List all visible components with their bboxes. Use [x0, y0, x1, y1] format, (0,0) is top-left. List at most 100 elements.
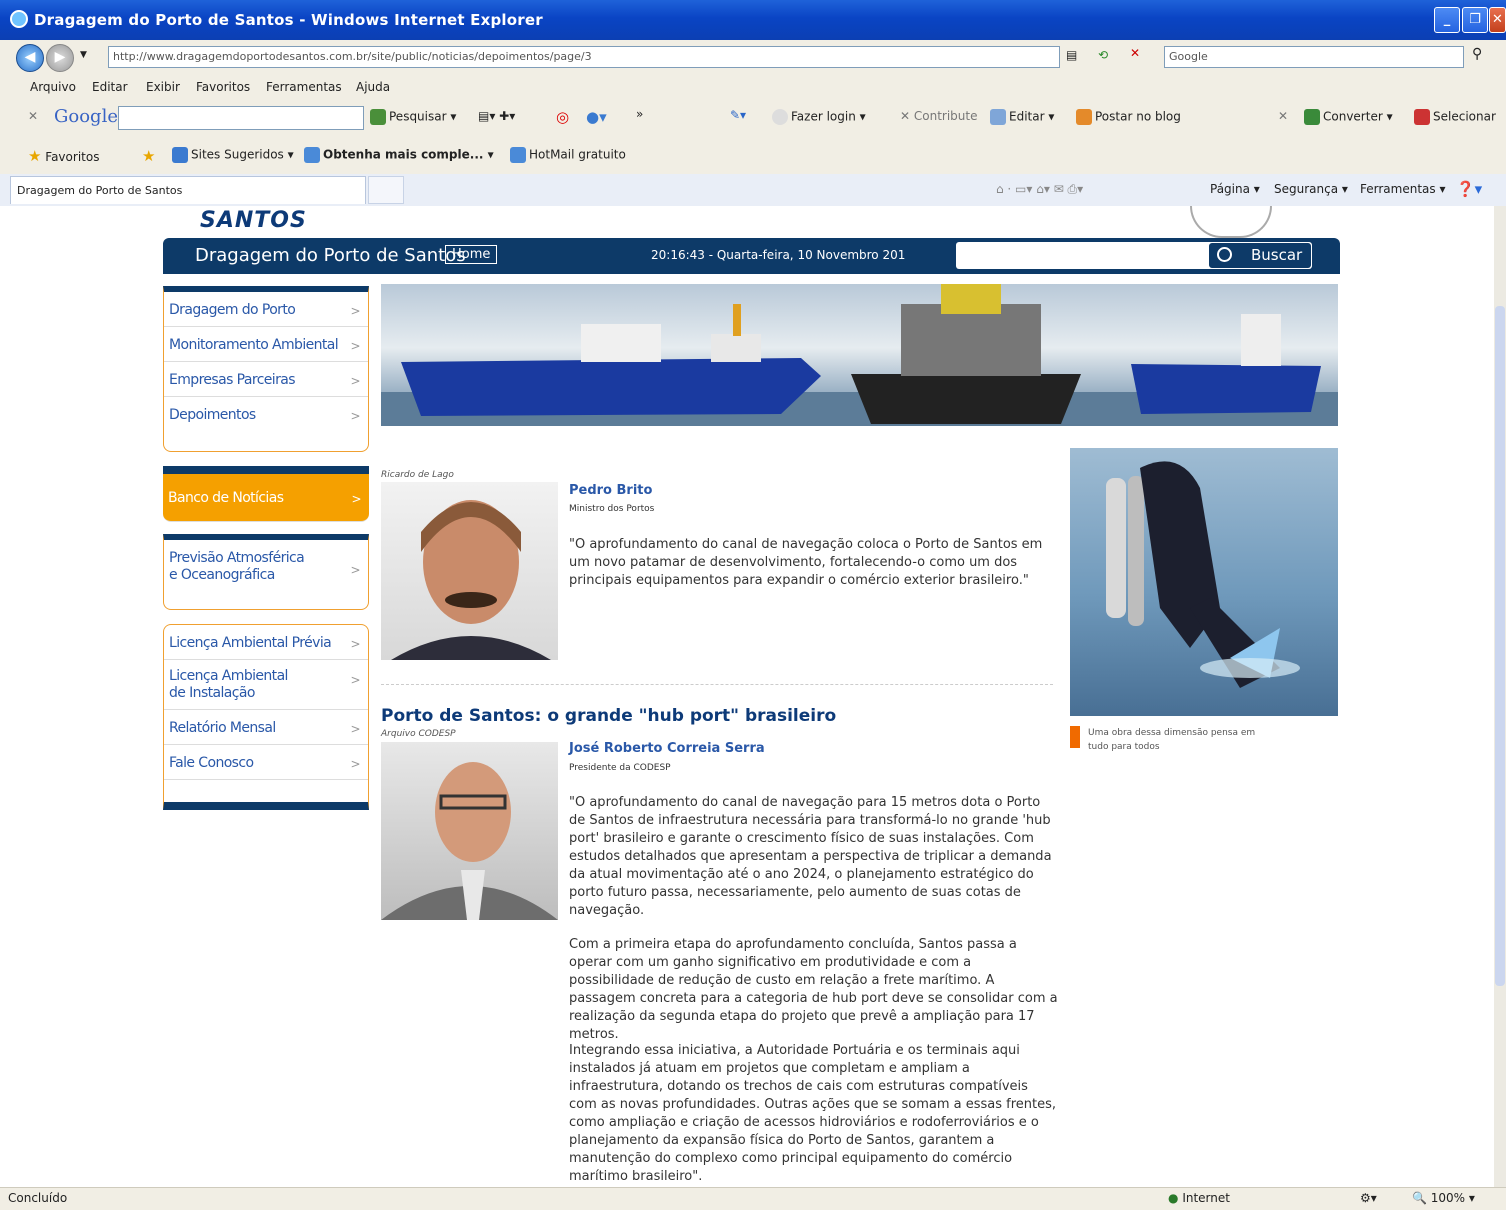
- menu-ajuda[interactable]: Ajuda: [356, 80, 390, 94]
- site-datetime: 20:16:43 - Quarta-feira, 10 Novembro 201: [651, 248, 906, 262]
- menu-banco-de-noticias[interactable]: Banco de Notícias >: [163, 474, 369, 522]
- wrench-icon[interactable]: ✎▾: [730, 108, 746, 122]
- photo2-credit: Arquivo CODESP: [381, 729, 456, 739]
- quote2-para3: Integrando essa iniciativa, a Autoridade…: [569, 1043, 1057, 1184]
- scrollbar-thumb[interactable]: [1495, 306, 1505, 986]
- site-seal: [1190, 206, 1272, 238]
- chevron-right-icon: >: [351, 492, 362, 506]
- zoom-control[interactable]: 🔍 100% ▾: [1412, 1191, 1475, 1205]
- quote1-role: Ministro dos Portos: [569, 504, 655, 514]
- tab-title: Dragagem do Porto de Santos: [17, 184, 183, 197]
- favorites-button[interactable]: ★ Favoritos: [28, 147, 99, 165]
- address-input[interactable]: http://www.dragagemdoportodesantos.com.b…: [108, 46, 1060, 68]
- quote2-author: José Roberto Correia Serra: [569, 741, 765, 756]
- portrait-illustration: [381, 762, 558, 920]
- fav-obtenha-mais[interactable]: Obtenha mais comple... ▾: [304, 147, 494, 163]
- chevron-right-icon: >: [350, 374, 361, 388]
- ie-page-icon: [304, 147, 320, 163]
- search-engine-input[interactable]: Google: [1164, 46, 1464, 68]
- toolbar-tools-icon[interactable]: ▤▾ ✚▾: [478, 109, 515, 123]
- google-logo: Google: [54, 106, 118, 127]
- buscar-button[interactable]: Buscar: [1208, 242, 1312, 269]
- close-button[interactable]: ✕: [1489, 7, 1506, 33]
- convert-button[interactable]: Converter ▾: [1304, 109, 1393, 125]
- security-menu[interactable]: Segurança ▾: [1274, 182, 1348, 196]
- favorites-bar: ★ Favoritos ★ Sites Sugeridos ▾ Obtenha …: [0, 136, 1506, 175]
- side-menu-forecast: Previsão Atmosférica e Oceanográfica >: [163, 534, 369, 610]
- menu-bar: Arquivo Editar Exibir Favoritos Ferramen…: [0, 74, 1506, 101]
- google-search-button[interactable]: Pesquisar ▾: [370, 109, 456, 125]
- diver-photo: [1070, 448, 1338, 716]
- menu-ferramentas[interactable]: Ferramentas: [266, 80, 342, 94]
- chevron-right-icon: >: [350, 637, 361, 651]
- caption-marker: [1070, 726, 1080, 748]
- side-menu-docs: Licença Ambiental Prévia > Licença Ambien…: [163, 624, 369, 810]
- menu-editar[interactable]: Editar: [92, 80, 128, 94]
- menu-monitoramento-ambiental[interactable]: Monitoramento Ambiental >: [164, 327, 368, 362]
- add-favorite-icon: ★: [142, 147, 156, 165]
- quote2-para2: Com a primeira etapa do aprofundamento c…: [569, 937, 1058, 1042]
- window-title: Dragagem do Porto de Santos - Windows In…: [34, 11, 543, 29]
- maximize-button[interactable]: ❐: [1462, 7, 1488, 33]
- contribute-button[interactable]: ✕ Contribute: [900, 109, 977, 123]
- close-toolbar-icon[interactable]: ✕: [28, 109, 38, 123]
- status-text: Concluído: [8, 1191, 68, 1205]
- zone-indicator: ● Internet: [1168, 1191, 1230, 1205]
- address-row: ◀ ▶ ▼ http://www.dragagemdoportodesantos…: [0, 40, 1506, 75]
- menu-favoritos[interactable]: Favoritos: [196, 80, 250, 94]
- quote1-author: Pedro Brito: [569, 483, 653, 498]
- ie-page-icon: [510, 147, 526, 163]
- blog-icon: [1076, 109, 1092, 125]
- tab-active[interactable]: Dragagem do Porto de Santos: [10, 176, 366, 204]
- refresh-icon[interactable]: ⟲: [1098, 48, 1108, 62]
- vertical-scrollbar[interactable]: [1494, 206, 1506, 1187]
- help-icon[interactable]: ❓▾: [1456, 180, 1482, 198]
- menu-licenca-previa[interactable]: Licença Ambiental Prévia >: [164, 625, 368, 660]
- stop-icon[interactable]: ✕: [1130, 46, 1140, 60]
- edit-icon: [990, 109, 1006, 125]
- menu-relatorio-mensal[interactable]: Relatório Mensal >: [164, 710, 368, 745]
- chat-icon[interactable]: ●▾: [586, 108, 607, 126]
- side-caption: Uma obra dessa dimensão pensa em tudo pa…: [1088, 728, 1256, 752]
- compatibility-icon[interactable]: ▤: [1066, 48, 1077, 62]
- menu-arquivo[interactable]: Arquivo: [30, 80, 76, 94]
- history-dropdown-icon[interactable]: ▼: [80, 50, 87, 60]
- menu-licenca-instalacao[interactable]: Licença Ambiental de Instalação >: [164, 660, 368, 710]
- page-menu[interactable]: Página ▾: [1210, 182, 1260, 196]
- page-viewport: SANTOS Dragagem do Porto de Santos Home …: [0, 206, 1494, 1187]
- site-logo: SANTOS: [200, 208, 307, 233]
- forward-button[interactable]: ▶: [46, 44, 74, 72]
- status-bar: Concluído ● Internet ⚙▾ 🔍 100% ▾: [0, 1187, 1506, 1210]
- toolbar-more-button[interactable]: »: [636, 107, 643, 121]
- close-pdf-toolbar-icon[interactable]: ✕: [1278, 109, 1288, 123]
- convert-icon: [1304, 109, 1320, 125]
- add-favorites-button[interactable]: ★: [142, 147, 155, 165]
- home-page-icon[interactable]: ⌂ · ▭▾ ⌂▾ ✉ ⎙▾: [996, 182, 1083, 197]
- back-button[interactable]: ◀: [16, 44, 44, 72]
- menu-depoimentos[interactable]: Depoimentos >: [164, 397, 368, 432]
- protected-mode-icon[interactable]: ⚙▾: [1360, 1191, 1377, 1205]
- site-header-bar: Dragagem do Porto de Santos Home 20:16:4…: [163, 238, 1340, 274]
- tools-menu[interactable]: Ferramentas ▾: [1360, 182, 1445, 196]
- home-button[interactable]: Home: [445, 245, 498, 264]
- fav-hotmail[interactable]: HotMail gratuito: [510, 147, 626, 163]
- headline[interactable]: Porto de Santos: o grande "hub port" bra…: [381, 706, 836, 726]
- opera-icon[interactable]: ◎: [556, 108, 569, 126]
- user-icon: [772, 109, 788, 125]
- menu-empresas-parceiras[interactable]: Empresas Parceiras >: [164, 362, 368, 397]
- blog-button[interactable]: Postar no blog: [1076, 109, 1181, 125]
- search-icon[interactable]: ⚲: [1472, 46, 1482, 62]
- fav-sites-sugeridos[interactable]: Sites Sugeridos ▾: [172, 147, 294, 163]
- menu-fale-conosco[interactable]: Fale Conosco >: [164, 745, 368, 780]
- minimize-button[interactable]: _: [1434, 7, 1460, 33]
- google-search-input[interactable]: [118, 106, 364, 130]
- side-menu-main: Dragagem do Porto > Monitoramento Ambient…: [163, 286, 369, 452]
- banner-ships-illustration: [381, 284, 1338, 426]
- menu-previsao-atmosferica[interactable]: Previsão Atmosférica e Oceanográfica >: [164, 540, 368, 590]
- select-button[interactable]: Selecionar: [1414, 109, 1496, 125]
- edit-button[interactable]: Editar ▾: [990, 109, 1054, 125]
- jose-roberto-photo: [381, 742, 558, 920]
- new-tab-button[interactable]: [368, 176, 404, 204]
- menu-dragagem-do-porto[interactable]: Dragagem do Porto >: [164, 292, 368, 327]
- menu-exibir[interactable]: Exibir: [146, 80, 180, 94]
